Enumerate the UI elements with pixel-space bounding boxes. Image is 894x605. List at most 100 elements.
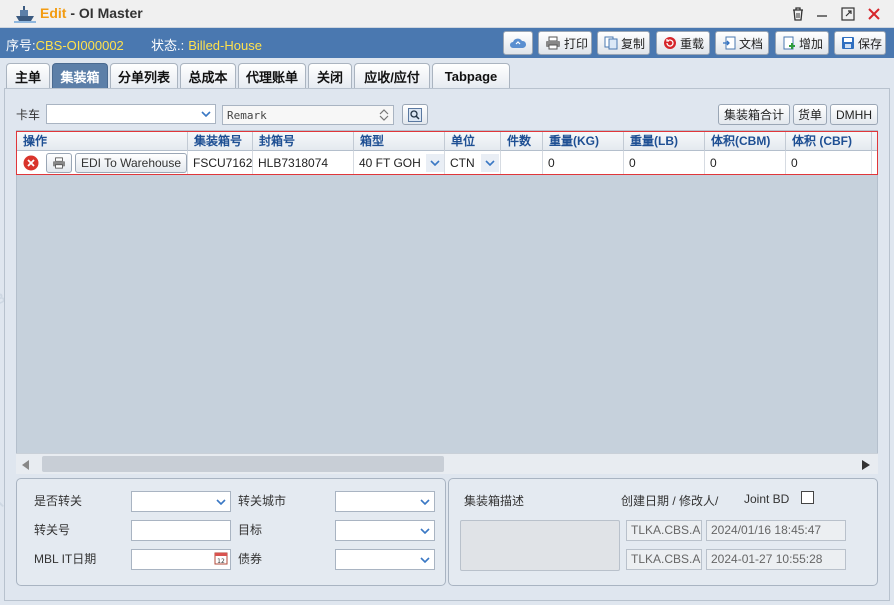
chevron-down-icon xyxy=(197,105,215,123)
horizontal-scrollbar[interactable] xyxy=(16,453,878,474)
print-label: 打印 xyxy=(564,36,589,51)
chevron-down-icon[interactable] xyxy=(481,154,499,172)
floppy-icon xyxy=(842,37,854,49)
close-icon[interactable] xyxy=(864,4,884,24)
transfer-select[interactable] xyxy=(131,491,231,512)
volume-cbf-cell[interactable]: 0 xyxy=(786,151,872,175)
tab-close[interactable]: 关闭 xyxy=(308,63,352,88)
tab-master[interactable]: 主单 xyxy=(6,63,50,88)
modified-date-field: 2024-01-27 10:55:28 xyxy=(706,549,846,570)
chevron-down-icon xyxy=(416,550,434,569)
meta-label: 创建日期 / 修改人/ xyxy=(621,494,719,508)
col-header-container-no[interactable]: 集装箱号 xyxy=(188,131,253,151)
chevron-down-icon xyxy=(212,492,230,511)
seal-no-cell[interactable]: HLB7318074 xyxy=(253,151,354,175)
table-row[interactable]: EDI To Warehouse FSCU7162 HLB7318074 40 … xyxy=(17,151,877,175)
maximize-icon[interactable] xyxy=(838,4,858,24)
col-header-volume-cbf[interactable]: 体积 (CBF) xyxy=(786,131,872,151)
container-desc-label: 集装箱描述 xyxy=(464,494,525,508)
container-grid: 操作 集装箱号 封箱号 箱型 单位 件数 重量(KG) 重量(LB) 体积(CB… xyxy=(16,130,878,474)
save-button[interactable]: 保存 xyxy=(834,31,886,55)
transfer-no-label: 转关号 xyxy=(34,523,71,537)
status-info: 状态.: Billed-House xyxy=(151,35,262,54)
container-desc-textarea[interactable] xyxy=(460,520,620,571)
chevron-down-icon[interactable] xyxy=(426,154,444,172)
tab-total-cost[interactable]: 总成本 xyxy=(180,63,236,88)
col-header-actions[interactable]: 操作 xyxy=(17,131,188,151)
weight-lb-cell[interactable]: 0 xyxy=(624,151,705,175)
minimize-icon[interactable] xyxy=(812,4,832,24)
print-button[interactable]: 打印 xyxy=(538,31,592,55)
search-button[interactable] xyxy=(402,104,428,125)
col-header-seal-no[interactable]: 封箱号 xyxy=(253,131,354,151)
tab-bar: 主单 集装箱 分单列表 总成本 代理账单 关闭 应收/应付 Tabpage xyxy=(0,58,894,88)
tab-house-list[interactable]: 分单列表 xyxy=(110,63,178,88)
col-header-weight-kg[interactable]: 重量(KG) xyxy=(543,131,624,151)
tab-container[interactable]: 集装箱 xyxy=(52,63,108,88)
box-type-cell[interactable]: 40 FT GOH xyxy=(354,151,445,175)
window-title-text: OI Master xyxy=(78,5,143,21)
chevron-down-icon xyxy=(416,521,434,540)
remark-field[interactable]: Remark xyxy=(222,105,394,125)
cloud-icon xyxy=(510,38,527,48)
transfer-city-select[interactable] xyxy=(335,491,435,512)
reload-button[interactable]: 重载 xyxy=(656,31,710,55)
delete-icon[interactable] xyxy=(23,155,39,171)
calendar-icon[interactable]: 12 xyxy=(214,551,228,568)
trash-icon[interactable] xyxy=(788,4,808,24)
stepper-icon[interactable] xyxy=(375,106,393,124)
col-header-weight-lb[interactable]: 重量(LB) xyxy=(624,131,705,151)
add-label: 增加 xyxy=(799,36,824,51)
col-header-pieces[interactable]: 件数 xyxy=(501,131,543,151)
scroll-right-icon[interactable] xyxy=(862,459,870,473)
target-label: 目标 xyxy=(238,523,263,537)
transfer-no-input[interactable] xyxy=(131,520,231,541)
joint-bd-checkbox[interactable] xyxy=(801,491,814,504)
tab-ar-ap[interactable]: 应收/应付 xyxy=(354,63,430,88)
scroll-thumb[interactable] xyxy=(42,456,444,472)
add-button[interactable]: 增加 xyxy=(775,31,829,55)
mbl-it-date-label: MBL IT日期 xyxy=(34,552,97,566)
remark-value: Remark xyxy=(227,108,267,122)
svg-text:12: 12 xyxy=(217,558,225,565)
edi-to-warehouse-button[interactable]: EDI To Warehouse xyxy=(75,153,187,173)
created-user-field: TLKA.CBS.A xyxy=(626,520,702,541)
window-title: Edit - OI Master xyxy=(40,5,143,21)
serial-info: 序号:CBS-OI000002 xyxy=(6,35,124,54)
pieces-cell[interactable] xyxy=(501,151,543,175)
row-print-button[interactable] xyxy=(46,153,72,173)
unit-cell[interactable]: CTN xyxy=(445,151,501,175)
status-label: 状态.: xyxy=(151,38,185,53)
refresh-button[interactable] xyxy=(503,31,533,55)
serial-label: 序号: xyxy=(6,38,36,53)
tab-tabpage[interactable]: Tabpage xyxy=(432,63,510,88)
title-separator: - xyxy=(66,5,79,21)
title-bar: Edit - OI Master xyxy=(0,0,894,28)
cargo-button[interactable]: 货单 xyxy=(793,104,827,125)
copy-icon xyxy=(604,36,618,50)
box-type-value: 40 FT GOH xyxy=(359,156,421,170)
edit-mode-label: Edit xyxy=(40,5,67,21)
printer-icon xyxy=(546,36,560,50)
import-doc-icon xyxy=(723,36,736,50)
dmhh-button[interactable]: DMHH xyxy=(830,104,878,125)
volume-cbm-cell[interactable]: 0 xyxy=(705,151,786,175)
scroll-left-icon[interactable] xyxy=(22,459,30,473)
bond-label: 债券 xyxy=(238,552,263,566)
container-total-button[interactable]: 集装箱合计 xyxy=(718,104,790,125)
col-header-box-type[interactable]: 箱型 xyxy=(354,131,445,151)
col-header-unit[interactable]: 单位 xyxy=(445,131,501,151)
serial-value: CBS-OI000002 xyxy=(35,38,124,53)
mbl-it-date-input[interactable]: 12 xyxy=(131,549,231,570)
joint-bd-label: Joint BD xyxy=(744,492,790,506)
col-header-volume-cbm[interactable]: 体积(CBM) xyxy=(705,131,786,151)
target-select[interactable] xyxy=(335,520,435,541)
truck-select[interactable] xyxy=(46,104,216,124)
weight-kg-cell[interactable]: 0 xyxy=(543,151,624,175)
bond-select[interactable] xyxy=(335,549,435,570)
docs-button[interactable]: 文档 xyxy=(715,31,769,55)
tab-agent-bill[interactable]: 代理账单 xyxy=(238,63,306,88)
copy-button[interactable]: 复制 xyxy=(597,31,650,55)
container-no-cell[interactable]: FSCU7162 xyxy=(188,151,253,175)
transfer-label: 是否转关 xyxy=(34,494,83,508)
